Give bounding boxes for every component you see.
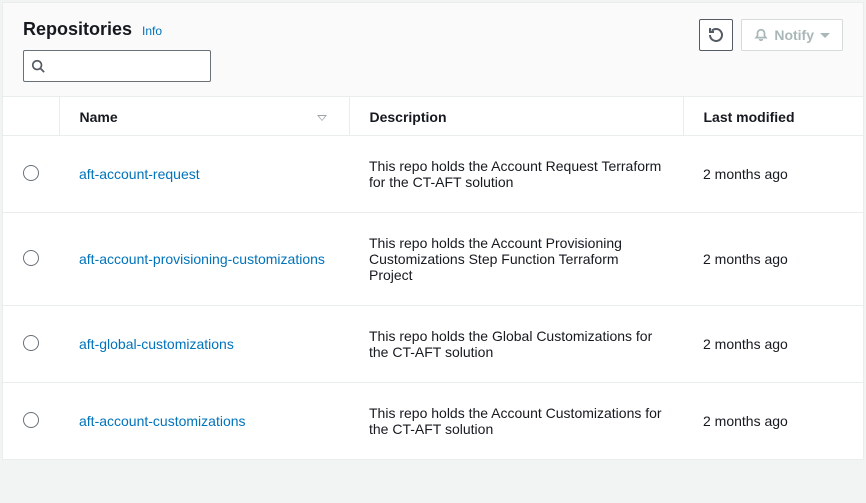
repo-last-modified: 2 months ago — [683, 213, 863, 306]
repo-description: This repo holds the Account Customizatio… — [349, 383, 683, 460]
info-link[interactable]: Info — [142, 24, 162, 38]
table-row: aft-account-provisioning-customizations … — [3, 213, 863, 306]
bell-icon — [754, 28, 768, 42]
repo-description: This repo holds the Account Request Terr… — [349, 136, 683, 213]
repo-last-modified: 2 months ago — [683, 383, 863, 460]
repo-name-link[interactable]: aft-account-provisioning-customizations — [79, 251, 325, 267]
column-description-label: Description — [370, 109, 447, 125]
table-row: aft-account-customizations This repo hol… — [3, 383, 863, 460]
panel-header: Repositories Info — [3, 3, 863, 97]
column-select — [3, 97, 59, 136]
column-description[interactable]: Description — [349, 97, 683, 136]
repo-name-link[interactable]: aft-global-customizations — [79, 336, 234, 352]
select-radio[interactable] — [23, 412, 39, 428]
column-name[interactable]: Name — [59, 97, 349, 136]
repositories-panel: Repositories Info — [2, 2, 864, 460]
sort-icon — [317, 108, 327, 124]
select-radio[interactable] — [23, 250, 39, 266]
repo-description: This repo holds the Global Customization… — [349, 306, 683, 383]
repo-name-link[interactable]: aft-account-request — [79, 166, 200, 182]
select-radio[interactable] — [23, 335, 39, 351]
refresh-icon — [708, 27, 724, 43]
chevron-down-icon — [820, 33, 830, 38]
repo-last-modified: 2 months ago — [683, 306, 863, 383]
notify-label: Notify — [774, 27, 814, 43]
search-input[interactable] — [23, 50, 211, 82]
page-title: Repositories — [23, 19, 132, 40]
column-last-modified-label: Last modified — [704, 109, 795, 125]
table-body: aft-account-request This repo holds the … — [3, 136, 863, 460]
table-header: Name Description Last modified — [3, 97, 863, 136]
select-radio[interactable] — [23, 165, 39, 181]
repo-name-link[interactable]: aft-account-customizations — [79, 413, 246, 429]
column-name-label: Name — [80, 109, 118, 125]
title-row: Repositories Info — [23, 19, 211, 40]
table-row: aft-account-request This repo holds the … — [3, 136, 863, 213]
repo-last-modified: 2 months ago — [683, 136, 863, 213]
refresh-button[interactable] — [699, 19, 733, 51]
repo-description: This repo holds the Account Provisioning… — [349, 213, 683, 306]
notify-button[interactable]: Notify — [741, 19, 843, 51]
repositories-table: Name Description Last modified aft-accou… — [3, 97, 863, 459]
table-row: aft-global-customizations This repo hold… — [3, 306, 863, 383]
column-last-modified[interactable]: Last modified — [683, 97, 863, 136]
header-left: Repositories Info — [23, 19, 211, 88]
search-field — [23, 50, 211, 82]
header-actions: Notify — [699, 19, 843, 51]
